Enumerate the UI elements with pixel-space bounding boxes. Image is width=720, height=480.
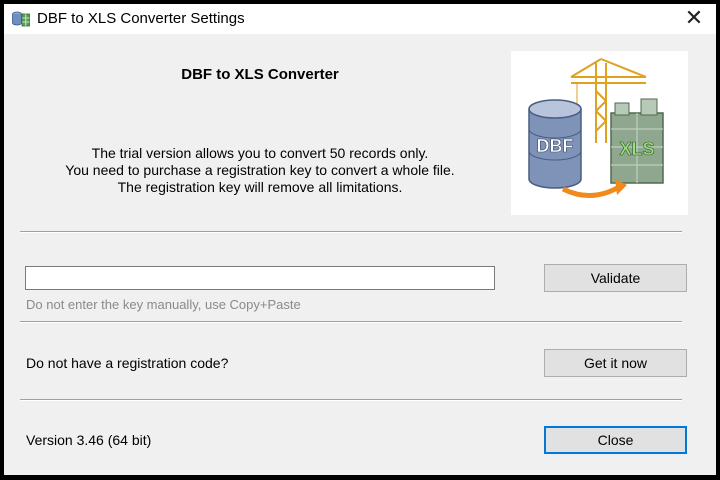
- svg-text:XLS: XLS: [619, 139, 654, 159]
- registration-key-input[interactable]: [25, 266, 495, 290]
- separator: [20, 399, 682, 401]
- close-button[interactable]: Close: [544, 426, 687, 454]
- app-name-heading: DBF to XLS Converter: [181, 66, 339, 83]
- dbf-database-icon: DBF: [528, 99, 582, 189]
- close-icon[interactable]: ✕: [682, 8, 706, 30]
- svg-text:DBF: DBF: [537, 136, 574, 156]
- separator: [20, 231, 682, 233]
- version-label: Version 3.46 (64 bit): [26, 432, 152, 448]
- xls-spreadsheet-icon: XLS: [610, 98, 664, 184]
- trial-info-text: The trial version allows you to convert …: [4, 145, 516, 196]
- separator: [20, 321, 682, 323]
- validate-button[interactable]: Validate: [544, 264, 687, 292]
- no-registration-code-label: Do not have a registration code?: [26, 355, 229, 371]
- settings-dialog: DBF to XLS Converter Settings ✕ DBF to X…: [4, 4, 716, 475]
- info-line: The registration key will remove all lim…: [117, 179, 403, 195]
- title-bar[interactable]: DBF to XLS Converter Settings ✕: [4, 4, 716, 34]
- database-table-icon: [12, 11, 30, 27]
- info-line: The trial version allows you to convert …: [91, 145, 429, 161]
- product-logo: DBF XLS: [511, 51, 688, 215]
- get-it-now-button[interactable]: Get it now: [544, 349, 687, 377]
- info-line: You need to purchase a registration key …: [65, 162, 455, 178]
- key-input-hint: Do not enter the key manually, use Copy+…: [26, 297, 301, 312]
- window-title: DBF to XLS Converter Settings: [37, 10, 245, 27]
